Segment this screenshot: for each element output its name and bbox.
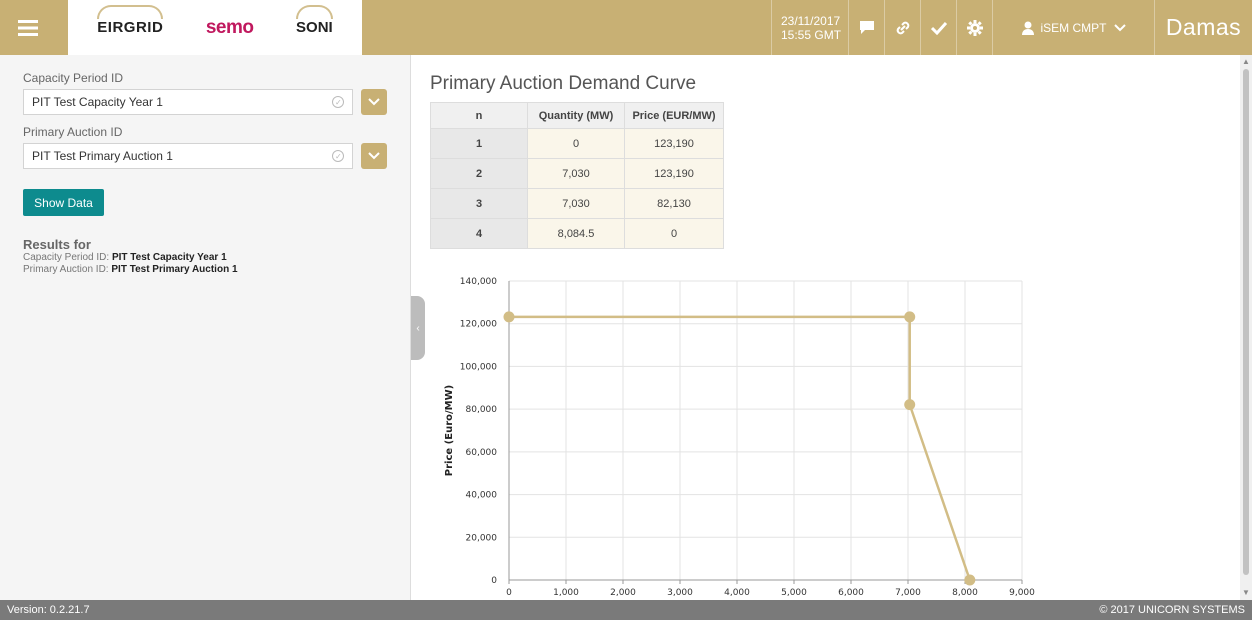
show-data-button[interactable]: Show Data <box>23 189 104 216</box>
table-row: 4 8,084.5 0 <box>430 218 724 249</box>
data-point <box>964 574 976 586</box>
table-row: 3 7,030 82,130 <box>430 188 724 219</box>
date-text: 23/11/2017 <box>781 13 841 28</box>
x-tick-label: 8,000 <box>952 588 978 598</box>
check-circle-icon: ✓ <box>332 96 345 108</box>
semo-logo: semo <box>205 16 254 38</box>
data-point <box>904 311 916 323</box>
y-tick-label: 40,000 <box>466 491 498 501</box>
y-tick-label: 20,000 <box>466 533 498 543</box>
x-tick-label: 9,000 <box>1009 588 1035 598</box>
x-tick-label: 3,000 <box>667 588 693 598</box>
x-tick-label: 2,000 <box>610 588 636 598</box>
y-tick-label: 80,000 <box>466 405 498 415</box>
gear-icon <box>966 19 983 36</box>
eirgrid-logo: EIRGRID <box>97 5 164 36</box>
results-capacity-line: Capacity Period ID: PIT Test Capacity Ye… <box>23 252 227 263</box>
x-tick-label: 4,000 <box>724 588 750 598</box>
y-tick-label: 100,000 <box>460 362 497 372</box>
top-bar: EIRGRID semo SONI 23/11/2017 15:55 GMT i… <box>0 0 1252 55</box>
approvals-button[interactable] <box>920 0 956 55</box>
primary-auction-label: Primary Auction ID <box>23 125 123 139</box>
scroll-thumb[interactable] <box>1243 69 1249 575</box>
hamburger-icon <box>17 19 38 36</box>
table-row: 2 7,030 123,190 <box>430 158 724 189</box>
page-title: Primary Auction Demand Curve <box>430 73 697 94</box>
series-line <box>509 315 971 581</box>
menu-button[interactable] <box>0 0 55 55</box>
y-axis-label: Price (Euro/MW) <box>444 385 455 476</box>
logo-strip: EIRGRID semo SONI <box>68 0 362 55</box>
checkmark-icon <box>930 21 947 35</box>
y-tick-label: 0 <box>491 576 497 586</box>
user-name: iSEM CMPT <box>1040 20 1107 35</box>
demand-curve-chart: 0 1,000 2,000 3,000 4,000 5,000 6,000 7,000 8,00… <box>444 277 1035 598</box>
soni-logo: SONI <box>296 5 333 36</box>
capacity-period-select[interactable]: PIT Test Capacity Year 1 ✓ <box>23 89 354 115</box>
chevron-down-icon <box>368 98 380 106</box>
chevron-down-icon <box>1113 23 1126 31</box>
user-icon <box>1021 21 1034 35</box>
primary-auction-select[interactable]: PIT Test Primary Auction 1 ✓ <box>23 143 354 169</box>
results-heading: Results for <box>23 237 91 252</box>
brand-logo: Damas <box>1154 0 1252 55</box>
messages-button[interactable] <box>848 0 884 55</box>
capacity-period-dropdown-button[interactable] <box>361 89 387 115</box>
column-header-price: Price (EUR/MW) <box>624 102 724 129</box>
settings-button[interactable] <box>956 0 992 55</box>
filter-panel: Capacity Period ID PIT Test Capacity Yea… <box>0 55 411 600</box>
chat-icon <box>859 21 874 34</box>
data-point <box>503 311 515 323</box>
x-tick-label: 6,000 <box>838 588 864 598</box>
primary-auction-dropdown-button[interactable] <box>361 143 387 169</box>
scroll-down-icon[interactable]: ▼ <box>1242 588 1250 597</box>
table-row: 1 0 123,190 <box>430 128 724 159</box>
results-auction-line: Primary Auction ID: PIT Test Primary Auc… <box>23 264 238 275</box>
capacity-period-label: Capacity Period ID <box>23 71 124 85</box>
x-tick-label: 5,000 <box>781 588 807 598</box>
copyright-text: © 2017 UNICORN SYSTEMS <box>1099 604 1245 616</box>
version-text: Version: 0.2.21.7 <box>7 604 90 616</box>
primary-auction-value: PIT Test Primary Auction 1 <box>32 149 173 163</box>
y-tick-label: 120,000 <box>460 320 497 330</box>
footer-bar: Version: 0.2.21.7 © 2017 UNICORN SYSTEMS <box>0 600 1252 620</box>
links-button[interactable] <box>884 0 920 55</box>
y-tick-label: 60,000 <box>466 448 498 458</box>
y-tick-label: 140,000 <box>460 277 497 287</box>
time-text: 15:55 GMT <box>781 27 842 42</box>
datetime-display: 23/11/2017 15:55 GMT <box>771 0 848 55</box>
scroll-up-icon[interactable]: ▲ <box>1242 57 1250 66</box>
capacity-period-value: PIT Test Capacity Year 1 <box>32 95 163 109</box>
main-content: Primary Auction Demand Curve n Quantity … <box>412 55 1240 600</box>
column-header-quantity: Quantity (MW) <box>527 102 625 129</box>
check-circle-icon: ✓ <box>332 150 345 162</box>
x-tick-label: 7,000 <box>895 588 921 598</box>
x-tick-label: 0 <box>506 588 512 598</box>
data-point <box>904 399 916 411</box>
column-header-n: n <box>430 102 528 129</box>
vertical-scrollbar[interactable]: ▲ ▼ <box>1240 55 1252 600</box>
chevron-down-icon <box>368 152 380 160</box>
link-icon <box>896 21 909 34</box>
user-menu[interactable]: iSEM CMPT <box>992 0 1154 55</box>
demand-curve-table: n Quantity (MW) Price (EUR/MW) 1 0 123,1… <box>430 102 724 249</box>
x-tick-label: 1,000 <box>553 588 579 598</box>
